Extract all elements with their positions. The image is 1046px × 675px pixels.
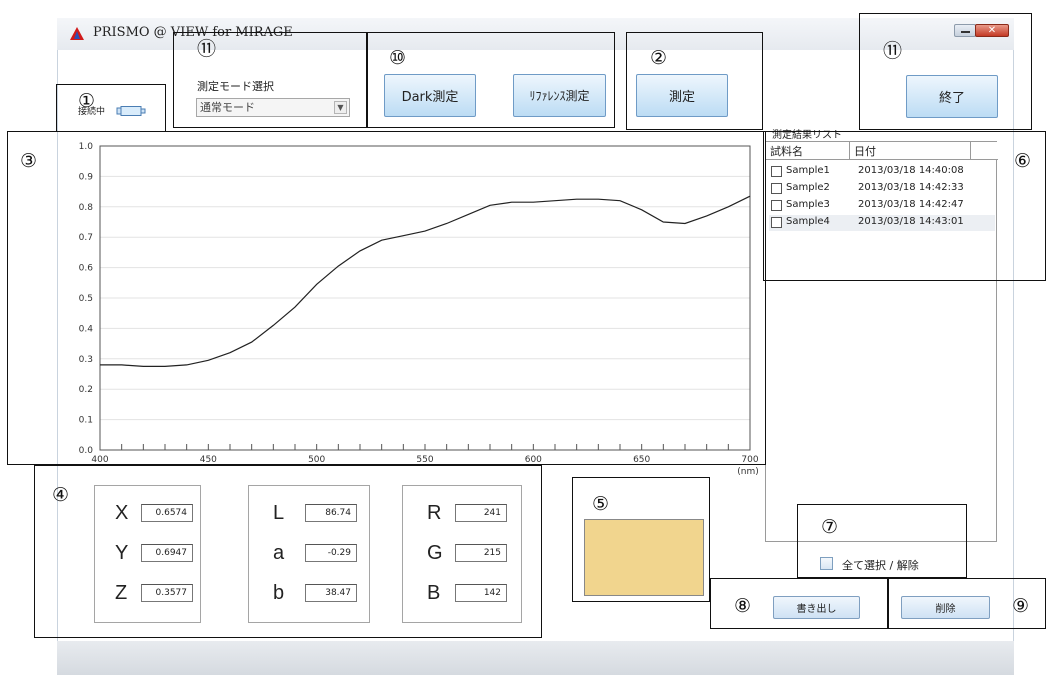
annotation-box-11-exit bbox=[859, 13, 1032, 130]
annotation-number-8: ⑧ bbox=[734, 595, 752, 617]
annotation-number-3: ③ bbox=[20, 150, 38, 172]
annotation-box-3 bbox=[7, 131, 766, 465]
annotation-number-9: ⑨ bbox=[1012, 595, 1030, 617]
annotation-number-1: ① bbox=[78, 90, 96, 112]
annotation-number-2: ② bbox=[650, 47, 668, 69]
annotation-box-6 bbox=[763, 131, 1046, 281]
annotation-box-2 bbox=[626, 32, 763, 130]
status-bar bbox=[57, 641, 1014, 675]
annotation-number-11: ⑪ bbox=[883, 40, 903, 62]
annotation-number-7: ⑦ bbox=[821, 516, 839, 538]
annotation-number-4: ④ bbox=[52, 484, 70, 506]
annotation-number-10: ⑩ bbox=[389, 47, 407, 69]
x-axis-label: (nm) bbox=[737, 467, 759, 477]
annotation-box-4 bbox=[34, 465, 542, 638]
logo-icon bbox=[70, 27, 84, 40]
annotation-number-11: ⑪ bbox=[197, 38, 217, 60]
annotation-number-6: ⑥ bbox=[1014, 150, 1032, 172]
annotation-number-5: ⑤ bbox=[592, 493, 610, 515]
annotation-box-1 bbox=[56, 84, 166, 132]
